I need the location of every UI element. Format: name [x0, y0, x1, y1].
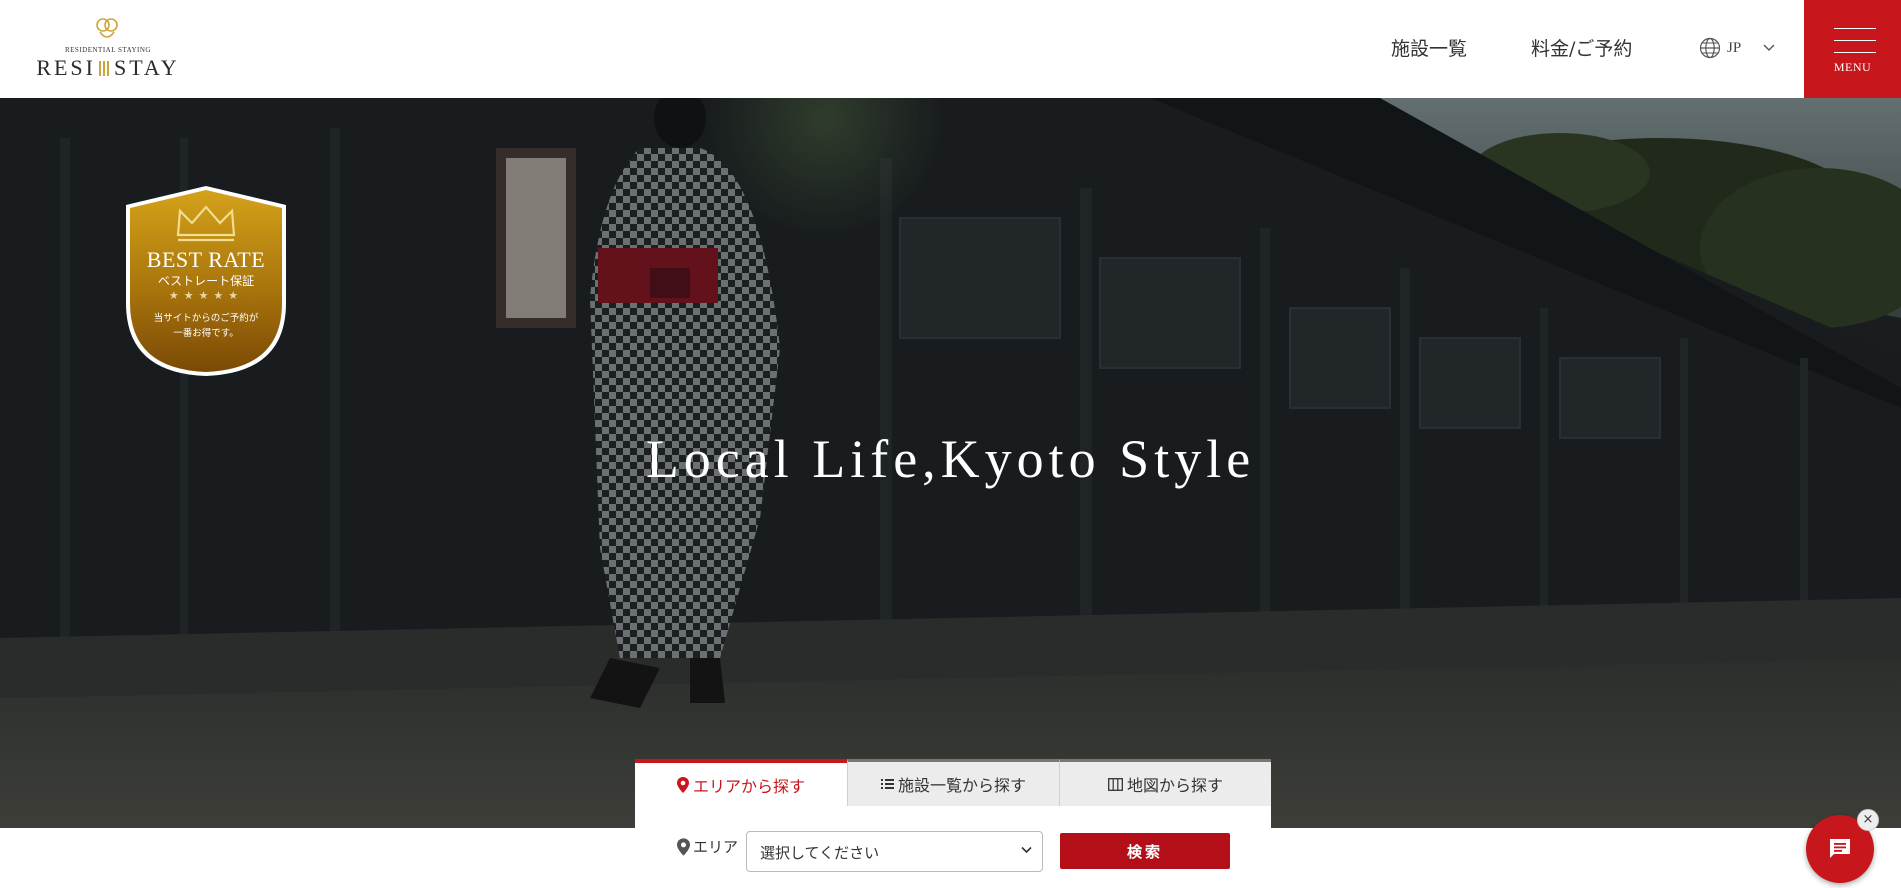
- logo-wordmark: RESI STAY: [28, 55, 188, 81]
- best-rate-badge[interactable]: BEST RATE ベストレート保証 ★★★★★ 当サイトからのご予約が 一番お…: [122, 183, 290, 379]
- chevron-down-icon: [1021, 846, 1032, 854]
- menu-label: MENU: [1833, 60, 1872, 74]
- search-form: エリア 選択してください 検索: [635, 806, 1271, 888]
- logo-bars-icon: [99, 61, 111, 76]
- area-select-value: 選択してください: [760, 844, 880, 862]
- area-label: エリア: [677, 836, 738, 857]
- tab-label: エリアから探す: [692, 776, 805, 796]
- language-selector[interactable]: JP: [1699, 36, 1775, 60]
- logo-name-right: STAY: [114, 55, 180, 80]
- hero-title: Local Life,Kyoto Style: [645, 429, 1256, 489]
- badge-note-line1: 当サイトからのご予約が: [153, 313, 259, 324]
- area-label-text: エリア: [693, 838, 739, 856]
- logo-subtitle: RESIDENTIAL STAYING: [64, 46, 151, 54]
- hero-section: BEST RATE ベストレート保証 ★★★★★ 当サイトからのご予約が 一番お…: [0, 98, 1901, 828]
- site-header: RESIDENTIAL STAYING RESI STAY 施設一覧 料金/ご予約…: [0, 0, 1901, 98]
- badge-title: BEST RATE: [146, 247, 266, 272]
- logo-emblem-icon: [96, 18, 118, 38]
- search-tabs: エリアから探す 施設一覧から探す 地図から探す: [635, 759, 1271, 806]
- badge-stars: ★★★★★: [168, 289, 244, 302]
- badge-note: 当サイトからのご予約が 一番お得です。: [146, 311, 266, 341]
- map-icon: [1108, 777, 1123, 791]
- chat-close-button[interactable]: ×: [1857, 809, 1879, 831]
- menu-button[interactable]: MENU: [1804, 0, 1901, 98]
- map-pin-icon: [676, 776, 689, 793]
- tab-search-by-area[interactable]: エリアから探す: [635, 759, 847, 806]
- hamburger-line-icon: [1834, 28, 1876, 29]
- chevron-down-icon: [1763, 44, 1775, 51]
- badge-note-line2: 一番お得です。: [173, 328, 239, 339]
- language-label: JP: [1727, 39, 1742, 56]
- globe-icon: [1699, 37, 1721, 59]
- chat-bubble-icon: [1830, 839, 1850, 858]
- tab-search-by-map[interactable]: 地図から探す: [1059, 759, 1271, 806]
- search-button[interactable]: 検索: [1060, 833, 1230, 869]
- nav-facility-list[interactable]: 施設一覧: [1391, 34, 1467, 61]
- badge-subtitle: ベストレート保証: [157, 274, 255, 288]
- logo-name-left: RESI: [36, 55, 96, 80]
- site-logo[interactable]: RESIDENTIAL STAYING RESI STAY: [28, 16, 188, 82]
- list-icon: [880, 779, 894, 789]
- hamburger-line-icon: [1834, 40, 1876, 41]
- nav-pricing-reservation[interactable]: 料金/ご予約: [1531, 34, 1632, 61]
- tab-label: 地図から探す: [1126, 776, 1223, 795]
- map-pin-icon: [677, 837, 690, 856]
- tab-label: 施設一覧から探す: [897, 776, 1026, 795]
- area-select[interactable]: 選択してください: [746, 831, 1043, 872]
- search-panel: エリアから探す 施設一覧から探す 地図から探す エリア 選択してください 検索: [635, 759, 1271, 888]
- hamburger-line-icon: [1834, 52, 1876, 53]
- tab-search-by-facility-list[interactable]: 施設一覧から探す: [847, 759, 1059, 806]
